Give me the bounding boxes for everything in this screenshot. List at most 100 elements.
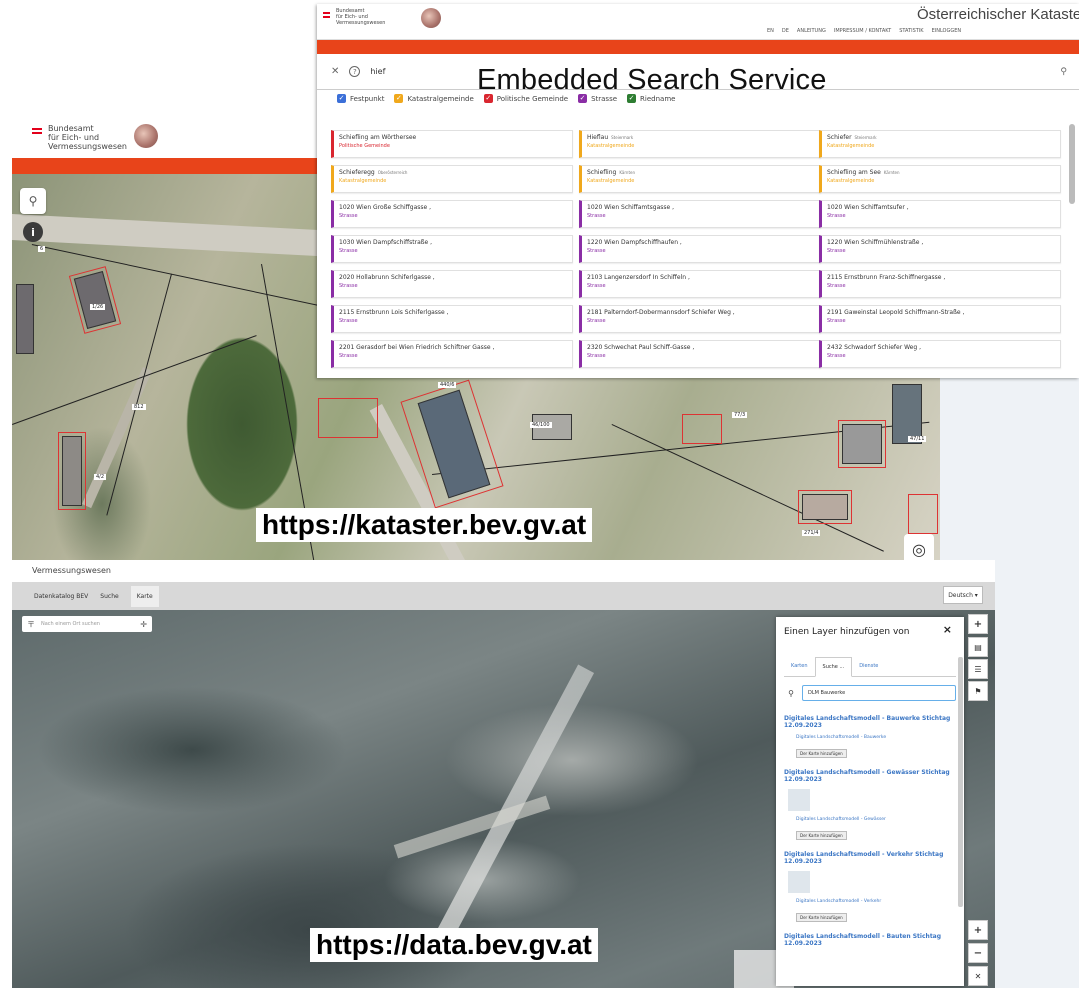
place-search-input[interactable]: Nach einem Ort suchen — [41, 621, 100, 627]
result-card[interactable]: Schiefling Kärnten Katastralgemeinde — [579, 165, 821, 193]
nav-item-karte[interactable]: Karte — [130, 585, 159, 607]
seal-icon — [134, 124, 158, 148]
filter-checkbox[interactable]: ✓ — [627, 94, 637, 103]
result-card[interactable]: 1020 Wien Schiffamtsufer , Strasse — [819, 200, 1061, 228]
filter-checkbox[interactable]: ✓ — [578, 94, 588, 103]
result-category: Strasse — [339, 353, 358, 359]
map-button[interactable]: ⚑ — [968, 681, 988, 701]
result-title: 1020 Wien Große Schiffgasse , — [339, 204, 432, 211]
info-icon: i — [31, 225, 35, 239]
layers-button[interactable]: ▤ — [968, 637, 988, 657]
result-category: Strasse — [827, 318, 846, 324]
result-category: Strasse — [827, 213, 846, 219]
filter-icon: 〒 — [27, 619, 35, 629]
top-nav-item[interactable]: STATISTIK — [899, 28, 923, 34]
layer-item-name[interactable]: Digitales Landschaftsmodell - Verkehr — [796, 899, 956, 904]
result-card[interactable]: 2201 Gerasdorf bei Wien Friedrich Schift… — [331, 340, 573, 368]
result-card[interactable]: 1020 Wien Große Schiffgasse , Strasse — [331, 200, 573, 228]
layer-result-heading[interactable]: Digitales Landschaftsmodell - Verkehr St… — [784, 851, 956, 865]
close-icon[interactable]: ✕ — [331, 66, 339, 77]
result-title: 2115 Ernstbrunn Lois Schiferlgasse , — [339, 309, 449, 316]
top-nav: EN DE ANLEITUNG IMPRESSUM / KONTAKT STATISTI… — [767, 28, 961, 34]
layer-search-input[interactable]: DLM Bauwerke — [802, 685, 956, 701]
filter-label: Politische Gemeinde — [496, 94, 569, 103]
nav-item-suche[interactable]: Suche — [100, 593, 118, 600]
org-line3: Vermessungswesen — [32, 566, 111, 575]
embedded-search-label: Embedded Search Service — [477, 64, 827, 96]
parcel-number-label: 812 — [132, 404, 146, 410]
result-card[interactable]: 2115 Ernstbrunn Franz-Schiffnergasse , St… — [819, 270, 1061, 298]
layer-result-heading[interactable]: Digitales Landschaftsmodell - Gewässer S… — [784, 769, 956, 783]
result-card[interactable]: Schiefling am See Kärnten Katastralgemeind… — [819, 165, 1061, 193]
top-nav-item[interactable]: ANLEITUNG — [797, 28, 826, 34]
place-search[interactable]: 〒 Nach einem Ort suchen ✛ — [22, 616, 152, 632]
info-button[interactable]: i — [23, 222, 43, 242]
kataster-url-label: https://kataster.bev.gv.at — [256, 508, 593, 542]
databev-nav: Datenkatalog BEV Suche Karte — [12, 582, 995, 610]
filter-label: Riedname — [640, 94, 676, 103]
result-category: Strasse — [339, 248, 358, 254]
layer-result-heading[interactable]: Digitales Landschaftsmodell - Bauwerke S… — [784, 715, 956, 729]
close-icon[interactable]: × — [943, 623, 952, 636]
filter-checkbox[interactable]: ✓ — [483, 94, 493, 103]
top-nav-item[interactable]: EINLOGGEN — [932, 28, 962, 34]
result-title: Schiefling am Wörthersee — [339, 134, 417, 141]
nav-item-datenkatalog[interactable]: Datenkatalog BEV — [34, 593, 88, 600]
railway — [82, 366, 153, 509]
result-region: Oberösterreich — [377, 170, 408, 175]
result-card[interactable]: 1220 Wien Dampfschiffhaufen , Strasse — [579, 235, 821, 263]
layer-result-heading[interactable]: Digitales Landschaftsmodell - Bauten Sti… — [784, 933, 956, 947]
layer-item-name[interactable]: Digitales Landschaftsmodell - Bauwerke — [796, 735, 956, 740]
layer-scrollbar[interactable] — [958, 657, 963, 907]
tab-dienste[interactable]: Dienste — [852, 657, 885, 676]
filter-checkbox[interactable]: ✓ — [394, 94, 404, 103]
results-scrollbar[interactable] — [1069, 124, 1075, 204]
result-card[interactable]: 2191 Gaweinstal Leopold Schiffmann-Straß… — [819, 305, 1061, 333]
building — [892, 384, 922, 444]
search-icon[interactable]: ⚲ — [1060, 67, 1067, 77]
result-card[interactable]: Hieflau Steiermark Katastralgemeinde — [579, 130, 821, 158]
result-card[interactable]: 2020 Hollabrunn Schiferlgasse , Strasse — [331, 270, 573, 298]
result-card[interactable]: Schiefling am Wörthersee Politische Gemei… — [331, 130, 573, 158]
crosshair-icon[interactable]: ✛ — [140, 620, 147, 629]
org-line2: für Eich- und — [48, 133, 100, 142]
result-card[interactable]: 2320 Schwechat Paul Schiff-Gasse , Strass… — [579, 340, 821, 368]
result-category: Katastralgemeinde — [339, 178, 387, 184]
result-card[interactable]: 1020 Wien Schiffamtsgasse , Strasse — [579, 200, 821, 228]
result-card[interactable]: Schieferegg Oberösterreich Katastralgemein… — [331, 165, 573, 193]
list-button[interactable]: ☰ — [968, 659, 988, 679]
filter-checkbox[interactable]: ✓ — [337, 94, 346, 103]
search-window-header: Bundesamt für Eich- und Vermessungswesen… — [317, 4, 1079, 40]
result-card[interactable]: 2432 Schwadorf Schiefer Weg , Strasse — [819, 340, 1061, 368]
add-to-map-button[interactable]: Der Karte hinzufügen — [796, 749, 847, 758]
search-results-grid: Schiefling am Wörthersee Politische Gemei… — [331, 130, 1071, 374]
map-search-button[interactable]: ⚲ — [20, 188, 46, 214]
result-card[interactable]: 1220 Wien Schiffmühlenstraße , Strasse — [819, 235, 1061, 263]
result-card[interactable]: 2181 Palterndorf-Dobermannsdorf Schiefer… — [579, 305, 821, 333]
layer-item-name[interactable]: Digitales Landschaftsmodell - Gewässer — [796, 817, 956, 822]
help-icon[interactable]: ? — [349, 66, 361, 77]
add-to-map-button[interactable]: Der Karte hinzufügen — [796, 913, 847, 922]
top-nav-item[interactable]: DE — [782, 28, 789, 34]
tab-suche[interactable]: Suche ... — [814, 657, 853, 677]
search-input[interactable]: hief — [370, 67, 385, 76]
filter-label: Festpunkt — [350, 94, 385, 103]
zoom-in-bottom-button[interactable]: + — [968, 920, 988, 940]
zoom-out-button[interactable]: − — [968, 943, 988, 963]
top-nav-item[interactable]: EN — [767, 28, 774, 34]
add-layer-panel: Einen Layer hinzufügen von × Karten Such… — [776, 617, 964, 986]
parcel-number-label: 1/26 — [90, 304, 106, 310]
result-category: Politische Gemeinde — [339, 143, 390, 149]
add-to-map-button[interactable]: Der Karte hinzufügen — [796, 831, 847, 840]
result-card[interactable]: 2103 Langenzersdorf In Schiffeln , Strass… — [579, 270, 821, 298]
language-select[interactable]: Deutsch ▾ — [943, 586, 983, 604]
layer-results: Digitales Landschaftsmodell - Bauwerke S… — [784, 715, 956, 985]
fullscreen-button[interactable]: ✕ — [968, 966, 988, 986]
result-category: Strasse — [339, 318, 358, 324]
zoom-in-button[interactable]: + — [968, 614, 988, 634]
result-card[interactable]: Schiefer Steiermark Katastralgemeinde — [819, 130, 1061, 158]
result-card[interactable]: 1030 Wien Dampfschiffstraße , Strasse — [331, 235, 573, 263]
result-card[interactable]: 2115 Ernstbrunn Lois Schiferlgasse , Stra… — [331, 305, 573, 333]
top-nav-item[interactable]: IMPRESSUM / KONTAKT — [834, 28, 891, 34]
tab-karten[interactable]: Karten — [784, 657, 815, 676]
